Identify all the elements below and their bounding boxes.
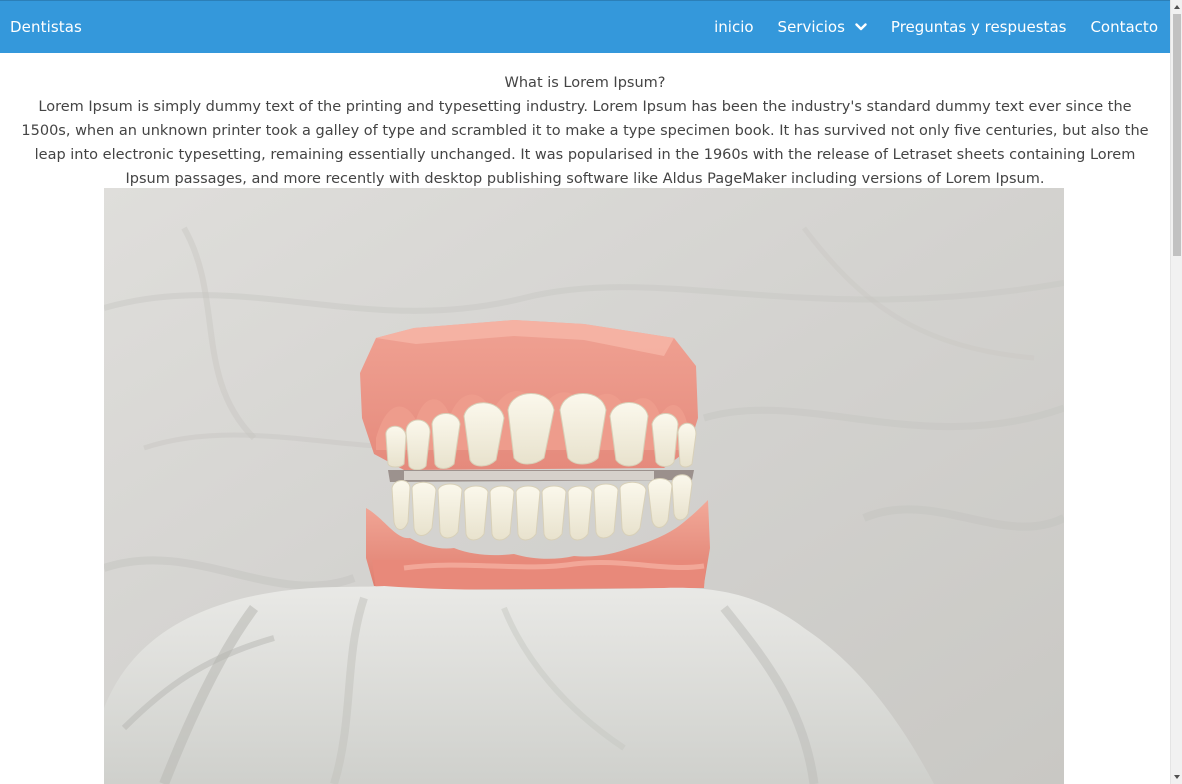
- dental-model-photo: [104, 188, 1064, 784]
- section-title: What is Lorem Ipsum?: [504, 75, 666, 91]
- scroll-up-arrow-icon[interactable]: [1171, 1, 1182, 13]
- nav-menu: inicio Servicios Preguntas y respuestas …: [690, 18, 1158, 36]
- page-viewport: Dentistas inicio Servicios Preguntas y r…: [0, 0, 1170, 784]
- nav-item-servicios[interactable]: Servicios: [778, 18, 867, 36]
- dental-model-illustration: [104, 188, 1064, 784]
- nav-item-contacto[interactable]: Contacto: [1090, 18, 1158, 36]
- section-paragraph: Lorem Ipsum is simply dummy text of the …: [21, 99, 1149, 187]
- brand-link[interactable]: Dentistas: [10, 18, 82, 36]
- scroll-down-arrow-icon[interactable]: [1171, 771, 1182, 783]
- nav-item-inicio[interactable]: inicio: [714, 18, 753, 36]
- chevron-down-icon: [855, 23, 867, 31]
- vertical-scrollbar[interactable]: [1170, 0, 1182, 784]
- main-content: What is Lorem Ipsum? Lorem Ipsum is simp…: [0, 53, 1170, 191]
- top-navbar: Dentistas inicio Servicios Preguntas y r…: [0, 0, 1170, 53]
- nav-item-servicios-label: Servicios: [777, 18, 845, 36]
- nav-item-preguntas[interactable]: Preguntas y respuestas: [891, 18, 1067, 36]
- scrollbar-thumb[interactable]: [1173, 14, 1181, 256]
